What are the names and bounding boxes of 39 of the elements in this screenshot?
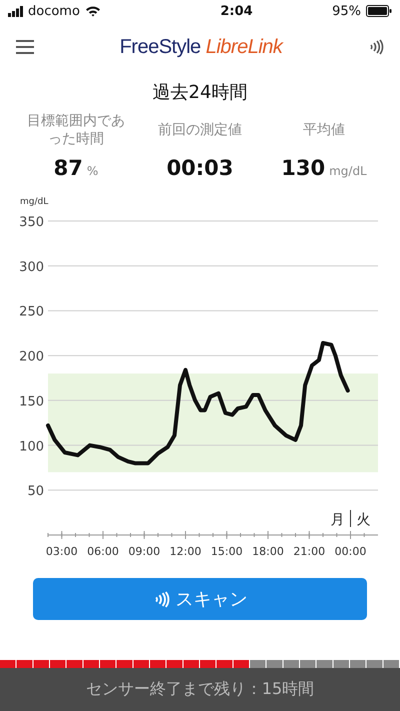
sensor-remaining-text: センサー終了まで残り：15時間 bbox=[86, 679, 314, 700]
clock-time: 2:04 bbox=[219, 4, 253, 18]
y-tick-label: 50 bbox=[27, 484, 44, 500]
stat-value: 00:03 bbox=[166, 156, 234, 180]
y-tick-label: 250 bbox=[19, 304, 44, 320]
nfc-icon bbox=[152, 590, 170, 608]
signal-icon bbox=[8, 6, 24, 16]
y-tick-label: 300 bbox=[19, 260, 44, 275]
day-label: 火 bbox=[356, 512, 370, 528]
app-logo: FreeStyle LibreLink bbox=[120, 36, 282, 58]
y-tick-label: 350 bbox=[19, 215, 44, 230]
x-tick-label: 03:00 bbox=[46, 545, 78, 558]
x-tick-label: 09:00 bbox=[128, 545, 160, 558]
x-tick-label: 21:00 bbox=[293, 545, 326, 558]
stat-label: 目標範囲内であった時間 bbox=[26, 112, 126, 149]
x-tick-label: 06:00 bbox=[87, 545, 119, 558]
x-tick-label: 15:00 bbox=[210, 545, 243, 558]
stat-value: 130 bbox=[281, 156, 326, 180]
y-tick-label: 150 bbox=[19, 394, 44, 410]
nfc-icon[interactable] bbox=[368, 39, 384, 55]
stat-unit: mg/dL bbox=[329, 164, 367, 178]
stat-unit: % bbox=[86, 164, 98, 178]
scan-button[interactable]: スキャン bbox=[33, 578, 367, 620]
y-axis-unit: mg/dL bbox=[20, 197, 48, 207]
x-tick-label: 12:00 bbox=[170, 545, 202, 558]
wifi-icon bbox=[84, 5, 101, 17]
stat-value: 87 bbox=[54, 156, 83, 180]
x-tick-label: 18:00 bbox=[252, 545, 284, 558]
day-label: 月 bbox=[330, 512, 344, 528]
x-tick-label: 00:00 bbox=[334, 545, 366, 558]
period-title: 過去24時間 bbox=[152, 81, 248, 104]
y-tick-label: 100 bbox=[19, 439, 44, 454]
battery-icon bbox=[366, 5, 392, 17]
battery-percent: 95% bbox=[332, 4, 361, 18]
menu-icon[interactable] bbox=[16, 40, 34, 54]
y-tick-label: 200 bbox=[19, 350, 44, 365]
carrier-name: docomo bbox=[28, 4, 80, 18]
stat-label: 平均値 bbox=[302, 120, 346, 140]
stat-label: 前回の測定値 bbox=[157, 120, 243, 140]
